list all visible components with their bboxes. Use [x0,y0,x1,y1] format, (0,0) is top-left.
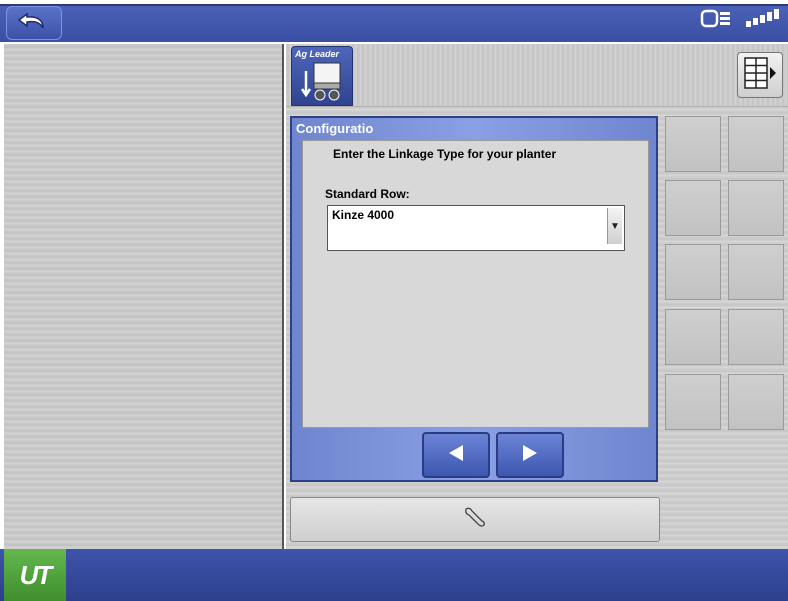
slot-5-1[interactable] [665,374,721,430]
grid-menu-button[interactable] [737,52,783,98]
dropdown-arrow-icon[interactable]: ▼ [607,208,622,244]
display-icon[interactable] [700,8,734,35]
left-arrow-icon [445,443,467,468]
slot-2-2[interactable] [728,180,784,236]
back-arrow-icon [17,10,51,37]
right-arrow-icon [519,443,541,468]
gps-signal-icon[interactable] [744,7,782,36]
ut-logo: UT [19,559,53,590]
slot-4-1[interactable] [665,309,721,365]
dialog-title: Configuratio [296,121,374,136]
back-button[interactable] [6,6,62,40]
slot-5-2[interactable] [728,374,784,430]
slot-1-1[interactable] [665,116,721,172]
next-button[interactable] [496,432,564,478]
slot-1-2[interactable] [728,116,784,172]
configuration-dialog: Configuratio Enter the Linkage Type for … [290,116,658,482]
left-panel [4,44,284,549]
slot-3-1[interactable] [665,244,721,300]
universal-terminal-button[interactable]: UT [4,549,66,601]
planter-icon [300,61,344,108]
dialog-prompt: Enter the Linkage Type for your planter [333,147,557,161]
status-icons [700,6,782,36]
previous-button[interactable] [422,432,490,478]
standard-row-label: Standard Row: [325,187,410,201]
linkage-type-value: Kinze 4000 [332,208,395,222]
grid-menu-icon [742,56,778,95]
bottom-bar [0,549,788,601]
slot-4-2[interactable] [728,309,784,365]
app-tab-brand: Ag Leader [295,49,340,59]
top-bar [0,0,788,44]
slot-3-2[interactable] [728,244,784,300]
tools-button[interactable] [290,497,660,542]
slot-2-1[interactable] [665,180,721,236]
top-bar-strip [0,4,788,42]
linkage-type-select[interactable]: Kinze 4000 ▼ [327,205,625,251]
app-tab-strip [286,44,788,107]
dialog-body: Enter the Linkage Type for your planter … [302,140,649,428]
ag-leader-app-tab[interactable]: Ag Leader [291,46,353,106]
wrench-icon [462,505,488,534]
